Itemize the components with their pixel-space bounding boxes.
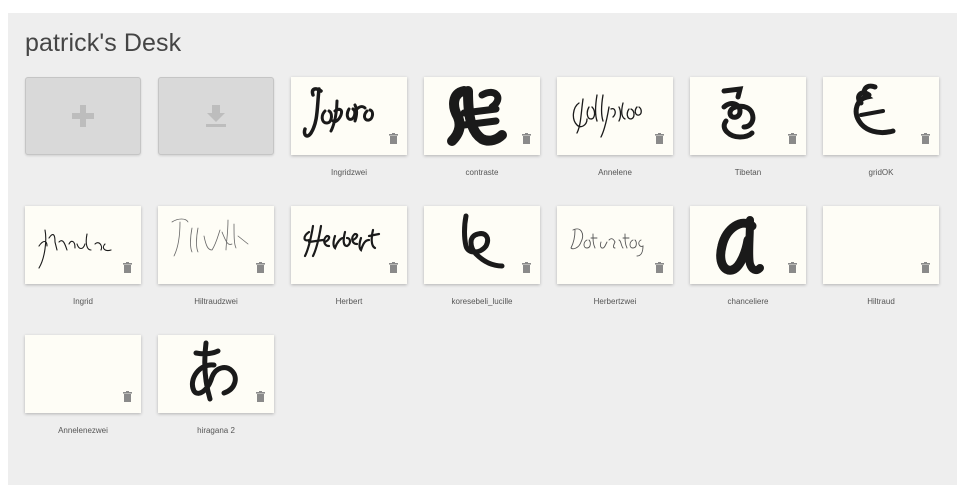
trash-icon[interactable] <box>389 262 398 273</box>
trash-icon[interactable] <box>256 262 265 273</box>
font-card-label: gridOK <box>868 168 894 177</box>
download-button[interactable] <box>158 77 274 155</box>
trash-icon[interactable] <box>123 391 132 402</box>
font-card[interactable] <box>823 206 939 284</box>
trash-icon[interactable] <box>123 262 132 273</box>
handwriting-preview-image <box>570 228 644 257</box>
font-card[interactable] <box>690 206 806 284</box>
font-card-label: contraste <box>465 168 499 177</box>
font-card[interactable] <box>25 206 141 284</box>
trash-icon[interactable] <box>256 391 265 402</box>
desk-panel: patrick's Desk Ingridzwei contraste Anne… <box>8 13 957 485</box>
trash-icon[interactable] <box>655 133 664 144</box>
font-card[interactable] <box>424 206 540 284</box>
add-button[interactable] <box>25 77 141 155</box>
trash-icon[interactable] <box>655 262 664 273</box>
font-card[interactable] <box>25 335 141 413</box>
handwriting-preview-image <box>303 224 381 258</box>
font-card-label: Annelenezwei <box>58 426 108 435</box>
font-card[interactable] <box>690 77 806 155</box>
font-card-label: Herbertzwei <box>593 297 637 306</box>
handwriting-preview-image <box>572 94 642 138</box>
trash-icon[interactable] <box>788 262 797 273</box>
font-card-label: Ingridzwei <box>330 168 367 177</box>
font-card-label: Ingrid <box>72 297 93 306</box>
download-icon <box>206 105 226 127</box>
font-card[interactable] <box>291 206 407 284</box>
font-card[interactable] <box>823 77 939 155</box>
font-card-label: hiragana 2 <box>197 426 235 435</box>
font-card[interactable] <box>557 77 673 155</box>
font-card-label: koresebeli_lucille <box>451 297 513 306</box>
trash-icon[interactable] <box>522 133 531 144</box>
handwriting-preview-image <box>302 87 374 138</box>
font-card[interactable] <box>291 77 407 155</box>
handwriting-preview-image <box>853 83 896 136</box>
plus-icon <box>72 105 94 127</box>
font-card-label: chanceliere <box>727 297 769 306</box>
font-card-label: Hiltraudzwei <box>194 297 238 306</box>
handwriting-preview-image <box>721 86 756 140</box>
trash-icon[interactable] <box>921 262 930 273</box>
trash-icon[interactable] <box>389 133 398 144</box>
handwriting-preview-image <box>462 213 505 269</box>
font-card[interactable] <box>158 335 274 413</box>
font-card-label: Tibetan <box>734 168 762 177</box>
handwriting-preview-image <box>190 340 238 402</box>
font-card-label: Hiltraud <box>867 297 895 306</box>
font-card[interactable] <box>424 77 540 155</box>
trash-icon[interactable] <box>788 133 797 144</box>
handwriting-preview-image <box>38 229 112 269</box>
handwriting-preview-image <box>716 216 764 275</box>
font-card-label: Annelene <box>598 168 632 177</box>
trash-icon[interactable] <box>522 262 531 273</box>
handwriting-preview-image <box>171 218 249 257</box>
font-card[interactable] <box>557 206 673 284</box>
font-card[interactable] <box>158 206 274 284</box>
handwriting-preview-image <box>447 86 507 146</box>
page-title: patrick's Desk <box>25 29 182 57</box>
font-card-label: Herbert <box>335 297 363 306</box>
trash-icon[interactable] <box>921 133 930 144</box>
